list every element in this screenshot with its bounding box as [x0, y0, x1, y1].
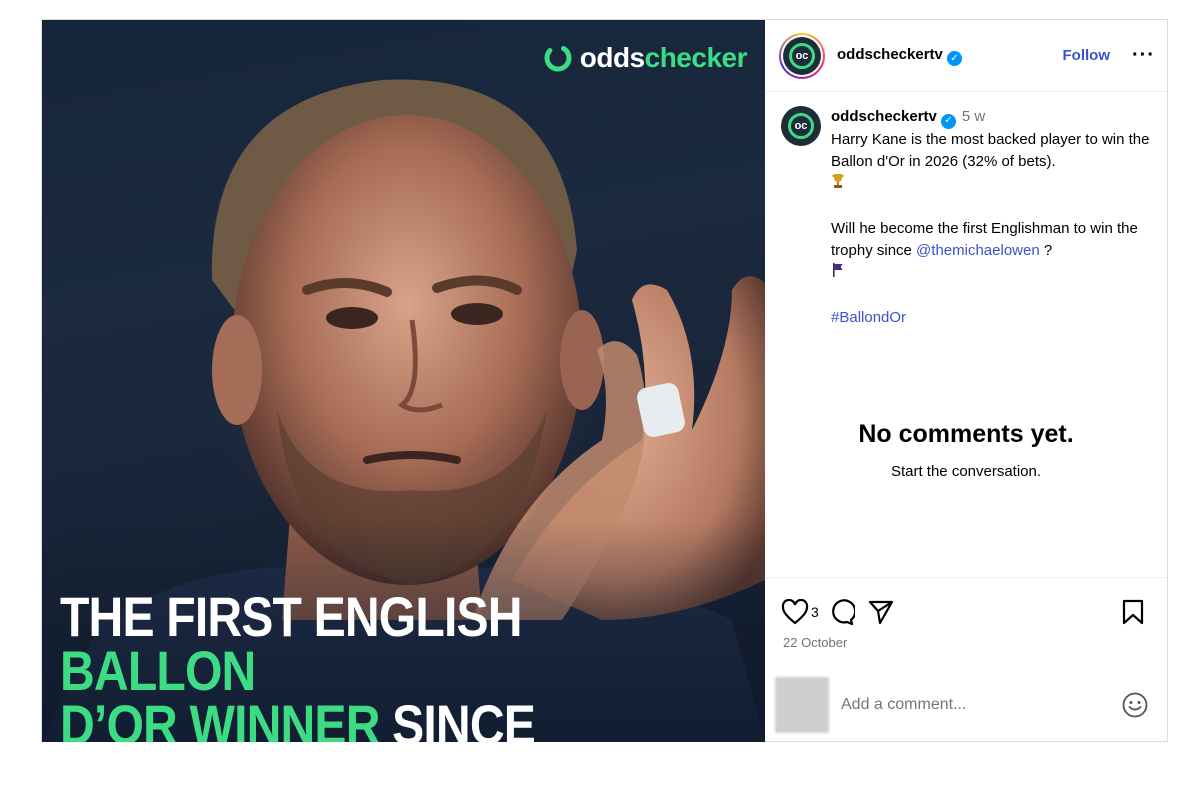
verified-icon: ✓ — [940, 113, 956, 129]
hashtag-link[interactable]: #BallondOr — [831, 309, 906, 326]
caption-avatar-logo: oc — [788, 113, 814, 139]
comment-input[interactable] — [839, 695, 1121, 715]
post-frame: odds checker THE FIRST ENGLISH BALLON D’O… — [41, 19, 1168, 742]
post-age[interactable]: 5 w — [962, 108, 985, 125]
post-date[interactable]: 22 October — [783, 635, 847, 650]
empty-comments: No comments yet. Start the conversation. — [765, 420, 1167, 480]
caption-body: oddscheckertv ✓ 5 w Harry Kane is the most… — [831, 106, 1151, 329]
caption-avatar[interactable]: oc — [781, 106, 821, 146]
post-actions: 3 22 October — [765, 577, 1167, 743]
emoji-icon[interactable] — [1121, 691, 1149, 719]
empty-comments-title: No comments yet. — [858, 420, 1074, 448]
verified-icon: ✓ — [946, 50, 962, 66]
comment-composer — [775, 676, 1155, 734]
image-headline: THE FIRST ENGLISH BALLON D’OR WINNER SIN… — [60, 589, 662, 743]
more-options-button[interactable]: ··· — [1132, 44, 1155, 67]
like-count[interactable]: 3 — [811, 604, 819, 620]
header-username-text[interactable]: oddscheckertv — [837, 46, 943, 63]
current-user-avatar — [775, 677, 829, 733]
caption-username[interactable]: oddscheckertv — [831, 108, 937, 125]
brand-text-checker: checker — [644, 42, 748, 73]
flag-icon — [831, 262, 845, 282]
header-username[interactable]: oddscheckertv ✓ — [837, 46, 962, 66]
headline-green-2: D’OR WINNER — [60, 693, 380, 743]
trophy-icon — [831, 173, 845, 196]
avatar-logo: oc — [789, 42, 815, 69]
heart-icon[interactable] — [781, 599, 809, 625]
post-sidebar: oc oddscheckertv ✓ Follow ··· oc oddschec… — [765, 20, 1167, 742]
caption-text-2-suffix: ? — [1039, 241, 1053, 259]
brand-text-odds: odds — [579, 42, 645, 73]
post-header: oc oddscheckertv ✓ Follow ··· — [765, 20, 1167, 92]
share-icon[interactable] — [867, 598, 895, 626]
mention-link[interactable]: @themichaelowen — [916, 242, 1040, 259]
follow-button[interactable]: Follow — [1063, 47, 1111, 64]
oddschecker-logo: odds checker — [542, 42, 748, 74]
post-caption: oc oddscheckertv ✓ 5 w Harry Kane is the m… — [765, 92, 1167, 329]
caption-text-1: Harry Kane is the most backed player to … — [831, 130, 1150, 170]
profile-avatar-story-ring[interactable]: oc — [779, 32, 825, 79]
post-image[interactable]: odds checker THE FIRST ENGLISH BALLON D’O… — [42, 20, 765, 742]
profile-avatar: oc — [783, 36, 821, 75]
comment-icon[interactable] — [827, 598, 855, 626]
brand-mark-icon — [544, 44, 572, 72]
bookmark-icon[interactable] — [1121, 598, 1145, 626]
empty-comments-subtitle: Start the conversation. — [890, 463, 1042, 480]
action-row: 3 — [781, 598, 895, 626]
